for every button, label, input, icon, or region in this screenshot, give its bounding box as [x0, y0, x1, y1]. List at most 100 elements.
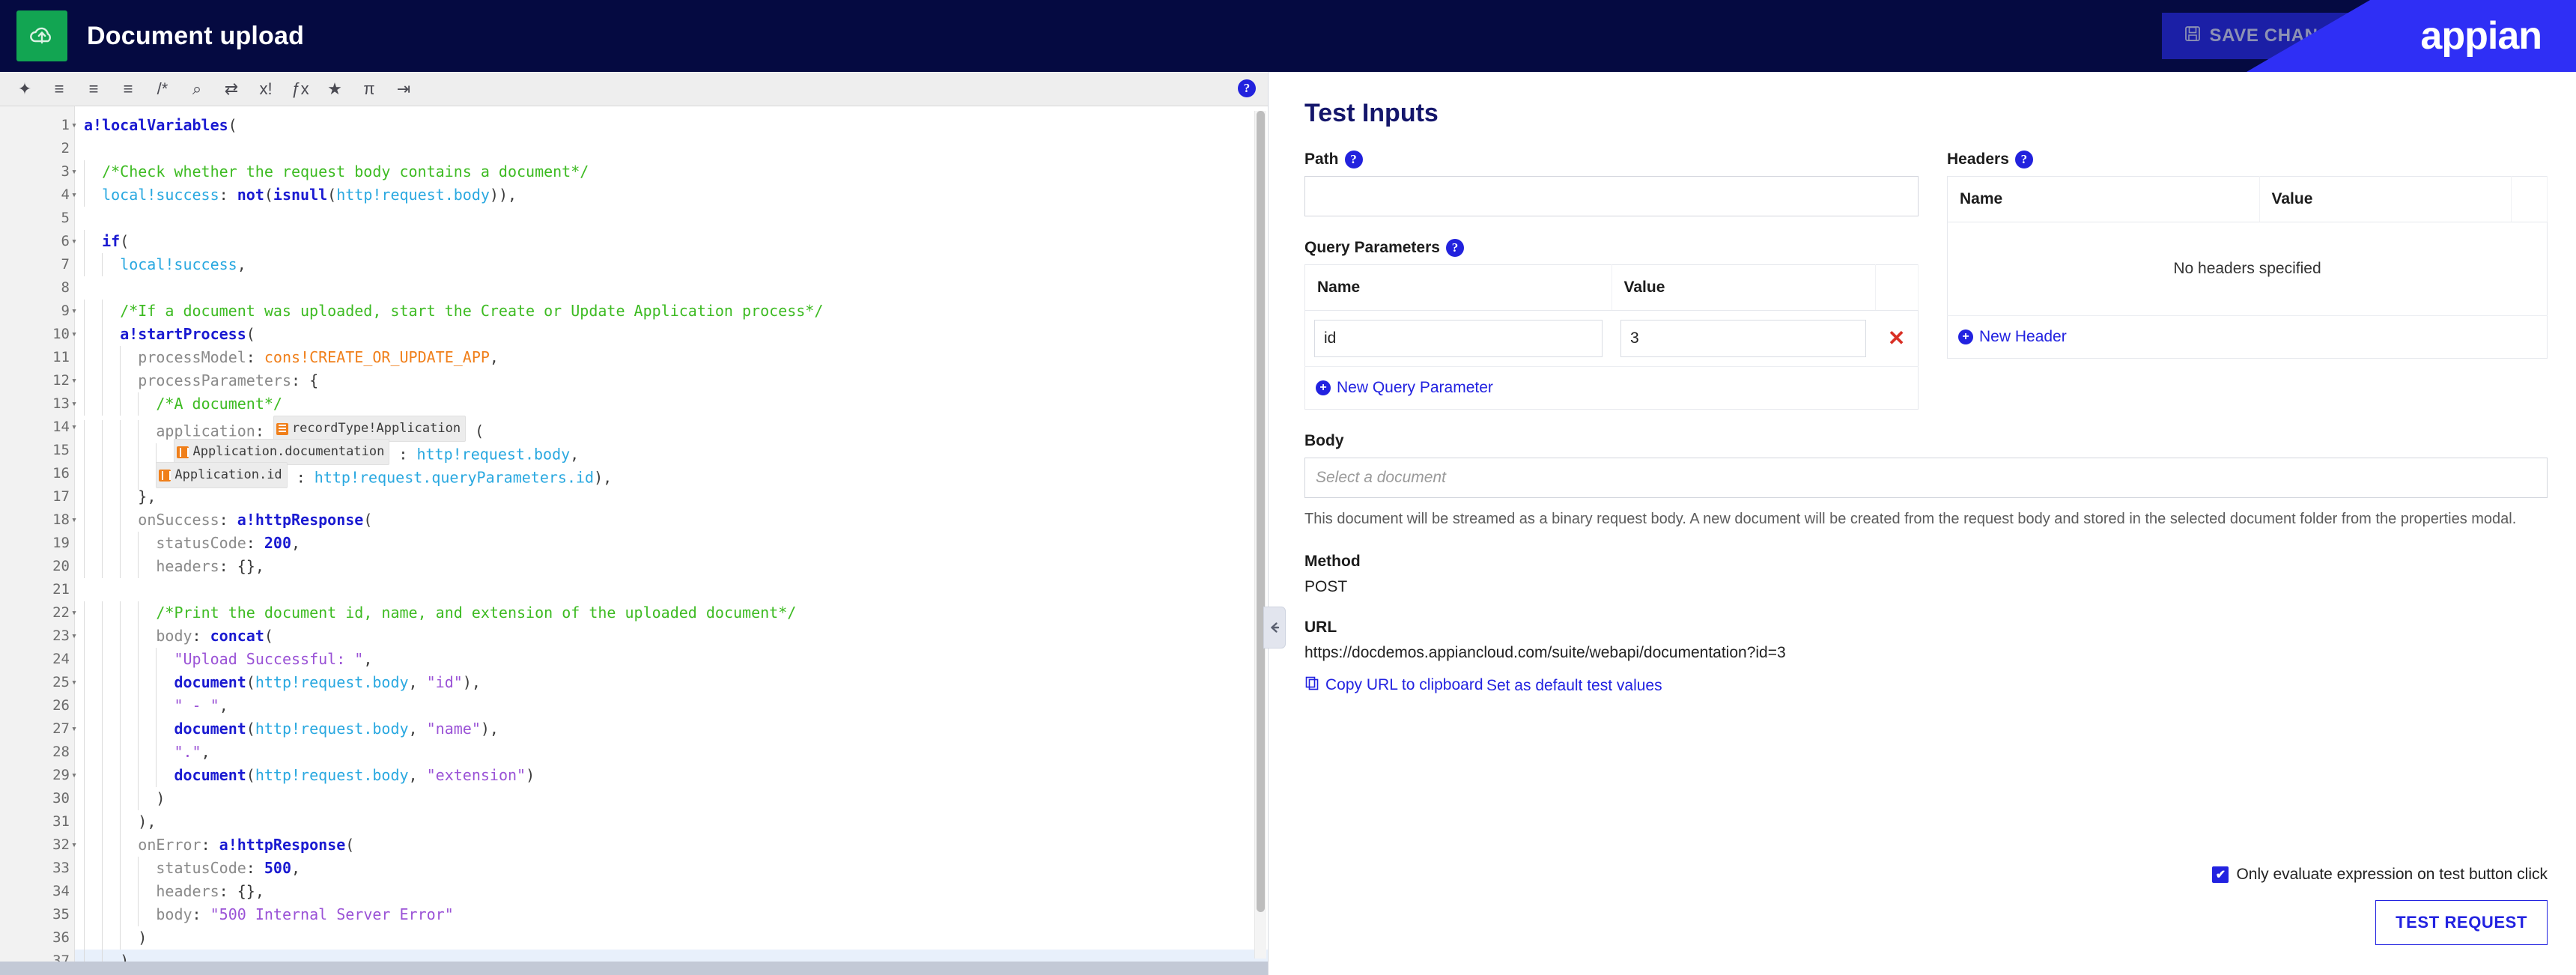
indent-guide — [84, 694, 103, 717]
line-number: 22 ▾ — [0, 601, 77, 625]
code-token: 500 — [264, 859, 292, 877]
code-line[interactable]: a!localVariables( — [75, 114, 1268, 137]
only-evaluate-checkbox[interactable]: ✔ — [2212, 866, 2229, 883]
set-default-test-values-button[interactable]: Set as default test values — [1486, 677, 1662, 695]
code-line[interactable]: processModel: cons!CREATE_OR_UPDATE_APP, — [75, 346, 1268, 369]
code-line[interactable]: Application.documentation : http!request… — [75, 439, 1268, 467]
code-line[interactable] — [75, 137, 1268, 160]
code-line[interactable]: if( — [75, 230, 1268, 253]
code-token: : — [287, 468, 315, 487]
header-col-actions — [2511, 176, 2548, 222]
editor-vertical-scrollbar[interactable] — [1254, 111, 1266, 959]
scrollbar-thumb[interactable] — [1257, 111, 1265, 912]
search-icon[interactable]: ⌕ — [180, 74, 214, 104]
record-field-chip[interactable]: Application.documentation — [174, 439, 390, 465]
record-type-chip[interactable]: recordType!Application — [273, 416, 467, 442]
comment-icon[interactable]: /* — [145, 74, 180, 104]
editor-toolbar-icons: ✦ ≡ ≡ ≡/* ⌕ ⇄ x! ƒx ★ π ⇥ — [7, 74, 421, 104]
code-line[interactable]: ".", — [75, 741, 1268, 764]
code-line[interactable]: "Upload Successful: ", — [75, 648, 1268, 671]
code-line[interactable]: ), — [75, 810, 1268, 833]
clear-variable-icon[interactable]: x! — [249, 74, 283, 104]
code-token: statusCode — [156, 859, 246, 877]
line-number: 28 — [52, 744, 70, 760]
editor-horizontal-scrollbar[interactable] — [0, 962, 1268, 975]
test-request-button[interactable]: TEST REQUEST — [2375, 900, 2548, 945]
code-line[interactable]: ) — [75, 787, 1268, 810]
headers-label: Headers — [1947, 151, 2009, 168]
indent-guide — [120, 671, 139, 694]
code-line[interactable]: a!startProcess( — [75, 323, 1268, 346]
code-token: document — [174, 720, 246, 738]
headers-empty-row: No headers specified — [1947, 222, 2548, 316]
code-token: ( — [466, 422, 484, 440]
new-header-button[interactable]: + New Header — [1958, 328, 2067, 346]
code-line[interactable]: document(http!request.body, "extension") — [75, 764, 1268, 787]
code-line[interactable]: document(http!request.body, "id"), — [75, 671, 1268, 694]
code-token: a!localVariables — [84, 116, 228, 134]
line-number: 1 ▾ — [0, 114, 77, 137]
code-line[interactable]: headers: {}, — [75, 880, 1268, 903]
outdent-icon[interactable]: ≡ — [42, 74, 76, 104]
remove-query-parameter-icon[interactable]: ✕ — [1888, 326, 1905, 350]
only-evaluate-row[interactable]: ✔ Only evaluate expression on test butto… — [2212, 866, 2548, 884]
indent-guide — [102, 508, 121, 532]
code-content[interactable]: a!localVariables( /*Check whether the re… — [75, 106, 1268, 975]
help-circle-icon[interactable]: ? — [1344, 151, 1363, 168]
code-line[interactable] — [75, 578, 1268, 601]
body-document-picker[interactable] — [1304, 458, 2548, 498]
code-token: , — [363, 650, 373, 668]
indent-guide — [138, 880, 157, 903]
help-circle-icon[interactable]: ? — [1445, 239, 1464, 257]
code-line[interactable]: Application.id : http!request.queryParam… — [75, 462, 1268, 490]
code-editor[interactable]: 1 ▾ 2 3 ▾ 4 ▾ 5 6 ▾ 7 8 9 ▾ 10 ▾ 11 12 ▾ 13 ▾ 14 ▾ 15 16 17 18 ▾ 19 2… — [0, 106, 1268, 975]
code-line[interactable]: }, — [75, 485, 1268, 508]
code-line[interactable]: local!success, — [75, 253, 1268, 276]
code-line[interactable]: application: recordType!Application ( — [75, 416, 1268, 443]
code-line[interactable]: onSuccess: a!httpResponse( — [75, 508, 1268, 532]
copy-url-button[interactable]: Copy URL to clipboard — [1304, 675, 1483, 695]
help-circle-icon[interactable]: ? — [2014, 151, 2033, 168]
code-token: processModel — [138, 348, 246, 366]
indent-guide — [102, 833, 121, 857]
chip-label: recordType!Application — [291, 421, 461, 436]
code-line[interactable]: headers: {}, — [75, 555, 1268, 578]
code-line[interactable]: body: "500 Internal Server Error" — [75, 903, 1268, 926]
record-field-chip[interactable]: Application.id — [156, 462, 288, 488]
code-line[interactable]: /*A document*/ — [75, 392, 1268, 416]
pi-constant-icon[interactable]: π — [352, 74, 386, 104]
code-line[interactable]: processParameters: { — [75, 369, 1268, 392]
query-parameter-name-input[interactable] — [1314, 320, 1603, 357]
new-query-parameter-button[interactable]: + New Query Parameter — [1316, 379, 1493, 397]
format-list-icon[interactable]: ≡ — [111, 74, 145, 104]
code-line[interactable]: statusCode: 200, — [75, 532, 1268, 555]
code-line[interactable]: /*Print the document id, name, and exten… — [75, 601, 1268, 625]
indent-guide — [84, 532, 103, 555]
code-line[interactable]: /*Check whether the request body contain… — [75, 160, 1268, 183]
code-line[interactable]: body: concat( — [75, 625, 1268, 648]
function-icon[interactable]: ƒx — [283, 74, 318, 104]
shuffle-icon[interactable]: ⇄ — [214, 74, 249, 104]
arrow-left-icon — [1271, 622, 1280, 633]
code-line[interactable]: document(http!request.body, "name"), — [75, 717, 1268, 741]
indent-guide — [156, 694, 174, 717]
code-line[interactable]: ) — [75, 926, 1268, 950]
indent-icon[interactable]: ≡ — [76, 74, 111, 104]
code-line[interactable] — [75, 276, 1268, 300]
magic-wand-icon[interactable]: ✦ — [7, 74, 42, 104]
code-line[interactable] — [75, 207, 1268, 230]
editor-help-button[interactable]: ? — [1238, 79, 1257, 99]
code-line[interactable]: " - ", — [75, 694, 1268, 717]
code-line[interactable]: statusCode: 500, — [75, 857, 1268, 880]
code-line[interactable]: onError: a!httpResponse( — [75, 833, 1268, 857]
export-icon[interactable]: ⇥ — [386, 74, 421, 104]
path-input[interactable] — [1304, 176, 1919, 216]
line-number: 23 ▾ — [0, 625, 77, 648]
code-line[interactable]: /*If a document was uploaded, start the … — [75, 300, 1268, 323]
collapse-panel-handle[interactable] — [1263, 607, 1286, 649]
code-line[interactable]: local!success: not(isnull(http!request.b… — [75, 183, 1268, 207]
query-parameter-value-input[interactable] — [1620, 320, 1867, 357]
code-token: local!success — [120, 255, 237, 273]
favorite-star-icon[interactable]: ★ — [318, 74, 352, 104]
code-token: ( — [363, 511, 373, 529]
